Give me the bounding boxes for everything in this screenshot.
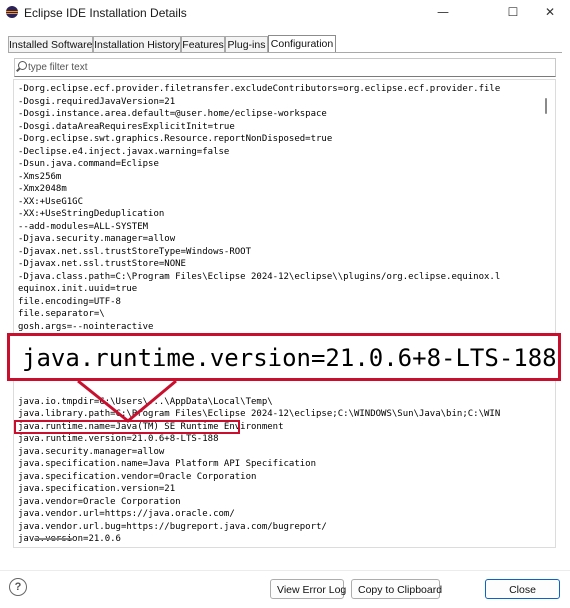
copy-to-clipboard-button[interactable]: Copy to Clipboard <box>351 579 442 599</box>
close-button[interactable]: Close <box>485 579 560 599</box>
view-error-log-button[interactable]: View Error Log <box>270 579 346 599</box>
callout-pointer <box>77 379 177 423</box>
help-icon[interactable]: ? <box>9 578 27 596</box>
footer-divider <box>0 570 570 571</box>
highlight-box <box>14 420 240 434</box>
callout-text: java.runtime.version=21.0.6+8-LTS-188 <box>22 344 557 372</box>
zoom-callout: java.runtime.version=21.0.6+8-LTS-188 <box>7 333 561 381</box>
